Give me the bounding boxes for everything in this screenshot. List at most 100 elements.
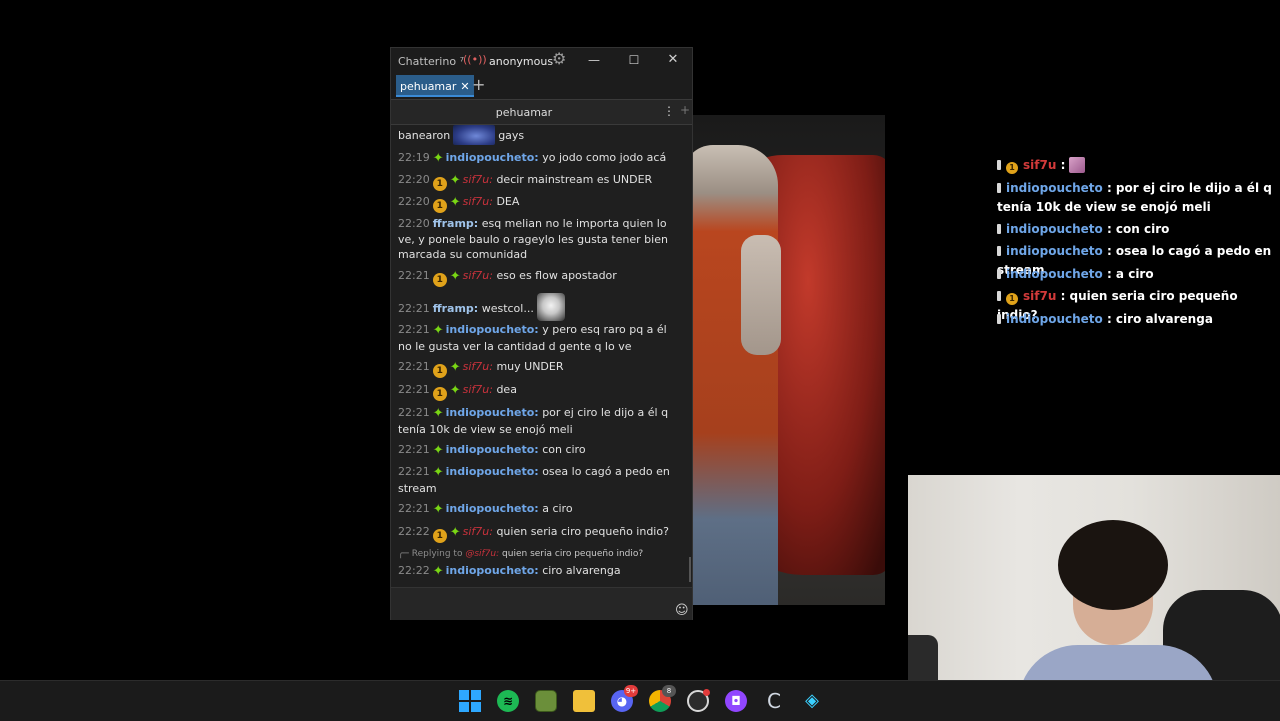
star-badge-icon[interactable]: ✦ (433, 406, 444, 421)
hand-gesture-image (741, 235, 781, 355)
sub-badge-icon[interactable]: 1 (432, 364, 447, 378)
reply-username[interactable]: @sif7u: (465, 549, 499, 559)
discord-icon[interactable]: ◕ 9+ (611, 685, 638, 712)
username[interactable]: sif7u: (463, 360, 493, 373)
twitch-icon[interactable]: ◘ (725, 690, 747, 712)
overlay-username: indiopoucheto (1006, 181, 1103, 195)
emote-image[interactable] (453, 125, 496, 145)
message-text: decir mainstream es UNDER (496, 173, 653, 186)
timestamp: 22:19 (398, 151, 430, 164)
chat-message: banearon gays (398, 125, 680, 145)
star-badge-icon[interactable]: ✦ (433, 465, 444, 480)
message-text: a ciro (542, 502, 573, 515)
message-list[interactable]: banearon gays 22:19 ✦ indiopoucheto: yo jod… (391, 125, 690, 587)
star-badge-icon[interactable]: ✦ (450, 525, 461, 540)
overlay-text: : a ciro (1106, 267, 1154, 281)
overlay-username: indiopoucheto (1006, 244, 1103, 258)
broadcast-icon[interactable]: ((•)) (463, 53, 487, 66)
message-input[interactable]: ☺ (391, 587, 692, 620)
message-text: westcol... (481, 302, 534, 315)
sub-badge-icon[interactable]: 1 (432, 199, 447, 213)
chat-message: 22:21 1 ✦ sif7u: eso es flow apostador (398, 268, 680, 287)
chat-message: 22:21 ✦ indiopoucheto: a ciro (398, 501, 680, 518)
tab-pehuamar[interactable]: pehuamar ✕ (396, 75, 474, 97)
chatterino-icon[interactable]: C (763, 690, 785, 712)
username[interactable]: indiopoucheto: (446, 151, 539, 164)
split-menu-icon[interactable]: ⋮ (663, 104, 675, 118)
overlay-message: indiopoucheto : por ej ciro le dijo a él… (997, 179, 1277, 217)
add-tab-button[interactable]: + (472, 75, 485, 95)
username[interactable]: indiopoucheto: (446, 564, 539, 577)
username[interactable]: indiopoucheto: (446, 406, 539, 419)
timestamp: 22:21 (398, 465, 430, 478)
overlay-username: indiopoucheto (1006, 222, 1103, 236)
overlay-badge (997, 160, 1001, 170)
overlay-badge (997, 314, 1001, 324)
minimize-button[interactable]: — (581, 51, 607, 69)
obs-icon[interactable] (687, 689, 710, 712)
username[interactable]: indiopoucheto: (446, 323, 539, 336)
username[interactable]: sif7u: (463, 383, 493, 396)
chat-message: 22:21 fframp: westcol... (398, 293, 680, 321)
overlay-badge (997, 291, 1001, 301)
split-header: pehuamar ⋮ + (391, 99, 692, 125)
streamlabs-icon[interactable]: ◈ (801, 690, 823, 712)
timestamp: 22:21 (398, 323, 430, 336)
settings-gear-icon[interactable]: ⚙ (552, 51, 566, 67)
star-badge-icon[interactable]: ✦ (433, 502, 444, 517)
overlay-text: : ciro alvarenga (1106, 312, 1213, 326)
sub-badge-icon[interactable]: 1 (432, 387, 447, 401)
account-switcher[interactable]: anonymous (489, 55, 553, 68)
chrome-icon[interactable]: 8 (649, 685, 676, 712)
username[interactable]: indiopoucheto: (446, 465, 539, 478)
message-text: banearon (398, 129, 451, 142)
star-badge-icon[interactable]: ✦ (450, 383, 461, 398)
chatterino-window: Chatterino ⁷ ((•)) anonymous ⚙ — ☐ ✕ peh… (390, 47, 693, 620)
star-badge-icon[interactable]: ✦ (433, 564, 444, 579)
star-badge-icon[interactable]: ✦ (433, 151, 444, 166)
spotify-icon[interactable]: ≋ (497, 690, 519, 712)
username[interactable]: fframp: (433, 302, 479, 315)
star-badge-icon[interactable]: ✦ (450, 173, 461, 188)
username[interactable]: indiopoucheto: (446, 443, 539, 456)
chat-message-reply: ╭─ Replying to @sif7u: quien seria ciro … (398, 547, 680, 579)
star-badge-icon[interactable]: ✦ (450, 195, 461, 210)
star-badge-icon[interactable]: ✦ (433, 443, 444, 458)
overlay-badge (997, 224, 1001, 234)
overlay-message: 1 sif7u : (997, 156, 1277, 175)
username[interactable]: sif7u: (463, 525, 493, 538)
close-button[interactable]: ✕ (660, 51, 686, 69)
username[interactable]: indiopoucheto: (446, 502, 539, 515)
scrollbar-thumb[interactable] (689, 557, 691, 582)
title-bar[interactable]: Chatterino ⁷ ((•)) anonymous ⚙ — ☐ ✕ (391, 48, 692, 73)
maximize-button[interactable]: ☐ (621, 51, 647, 69)
overlay-username: indiopoucheto (1006, 267, 1103, 281)
star-badge-icon[interactable]: ✦ (450, 360, 461, 375)
scrollbar[interactable] (688, 125, 692, 587)
sub-badge-icon[interactable]: 1 (432, 273, 447, 287)
emoji-icon[interactable]: ☺ (675, 603, 689, 618)
emote-image[interactable] (536, 293, 565, 321)
username[interactable]: sif7u: (463, 269, 493, 282)
timestamp: 22:20 (398, 195, 430, 208)
star-badge-icon[interactable]: ✦ (433, 323, 444, 338)
username[interactable]: sif7u: (463, 195, 493, 208)
windows-start-icon[interactable] (459, 690, 481, 712)
minecraft-icon[interactable] (535, 690, 557, 712)
message-text: DEA (496, 195, 520, 208)
tab-close-icon[interactable]: ✕ (460, 80, 469, 93)
star-badge-icon[interactable]: ✦ (450, 269, 461, 284)
sub-badge-icon[interactable]: 1 (432, 529, 447, 543)
reply-text: quien seria ciro pequeño indio? (502, 549, 644, 559)
channel-name[interactable]: pehuamar (391, 106, 657, 119)
timestamp: 22:21 (398, 502, 430, 515)
username[interactable]: sif7u: (463, 173, 493, 186)
add-split-icon[interactable]: + (680, 103, 690, 117)
message-text: eso es flow apostador (496, 269, 617, 282)
overlay-badge (997, 183, 1001, 193)
folder-icon[interactable] (573, 690, 595, 712)
reply-context[interactable]: ╭─ Replying to @sif7u: quien seria ciro … (398, 547, 680, 563)
timestamp: 22:21 (398, 443, 430, 456)
username[interactable]: fframp: (433, 217, 479, 230)
sub-badge-icon[interactable]: 1 (432, 177, 447, 191)
